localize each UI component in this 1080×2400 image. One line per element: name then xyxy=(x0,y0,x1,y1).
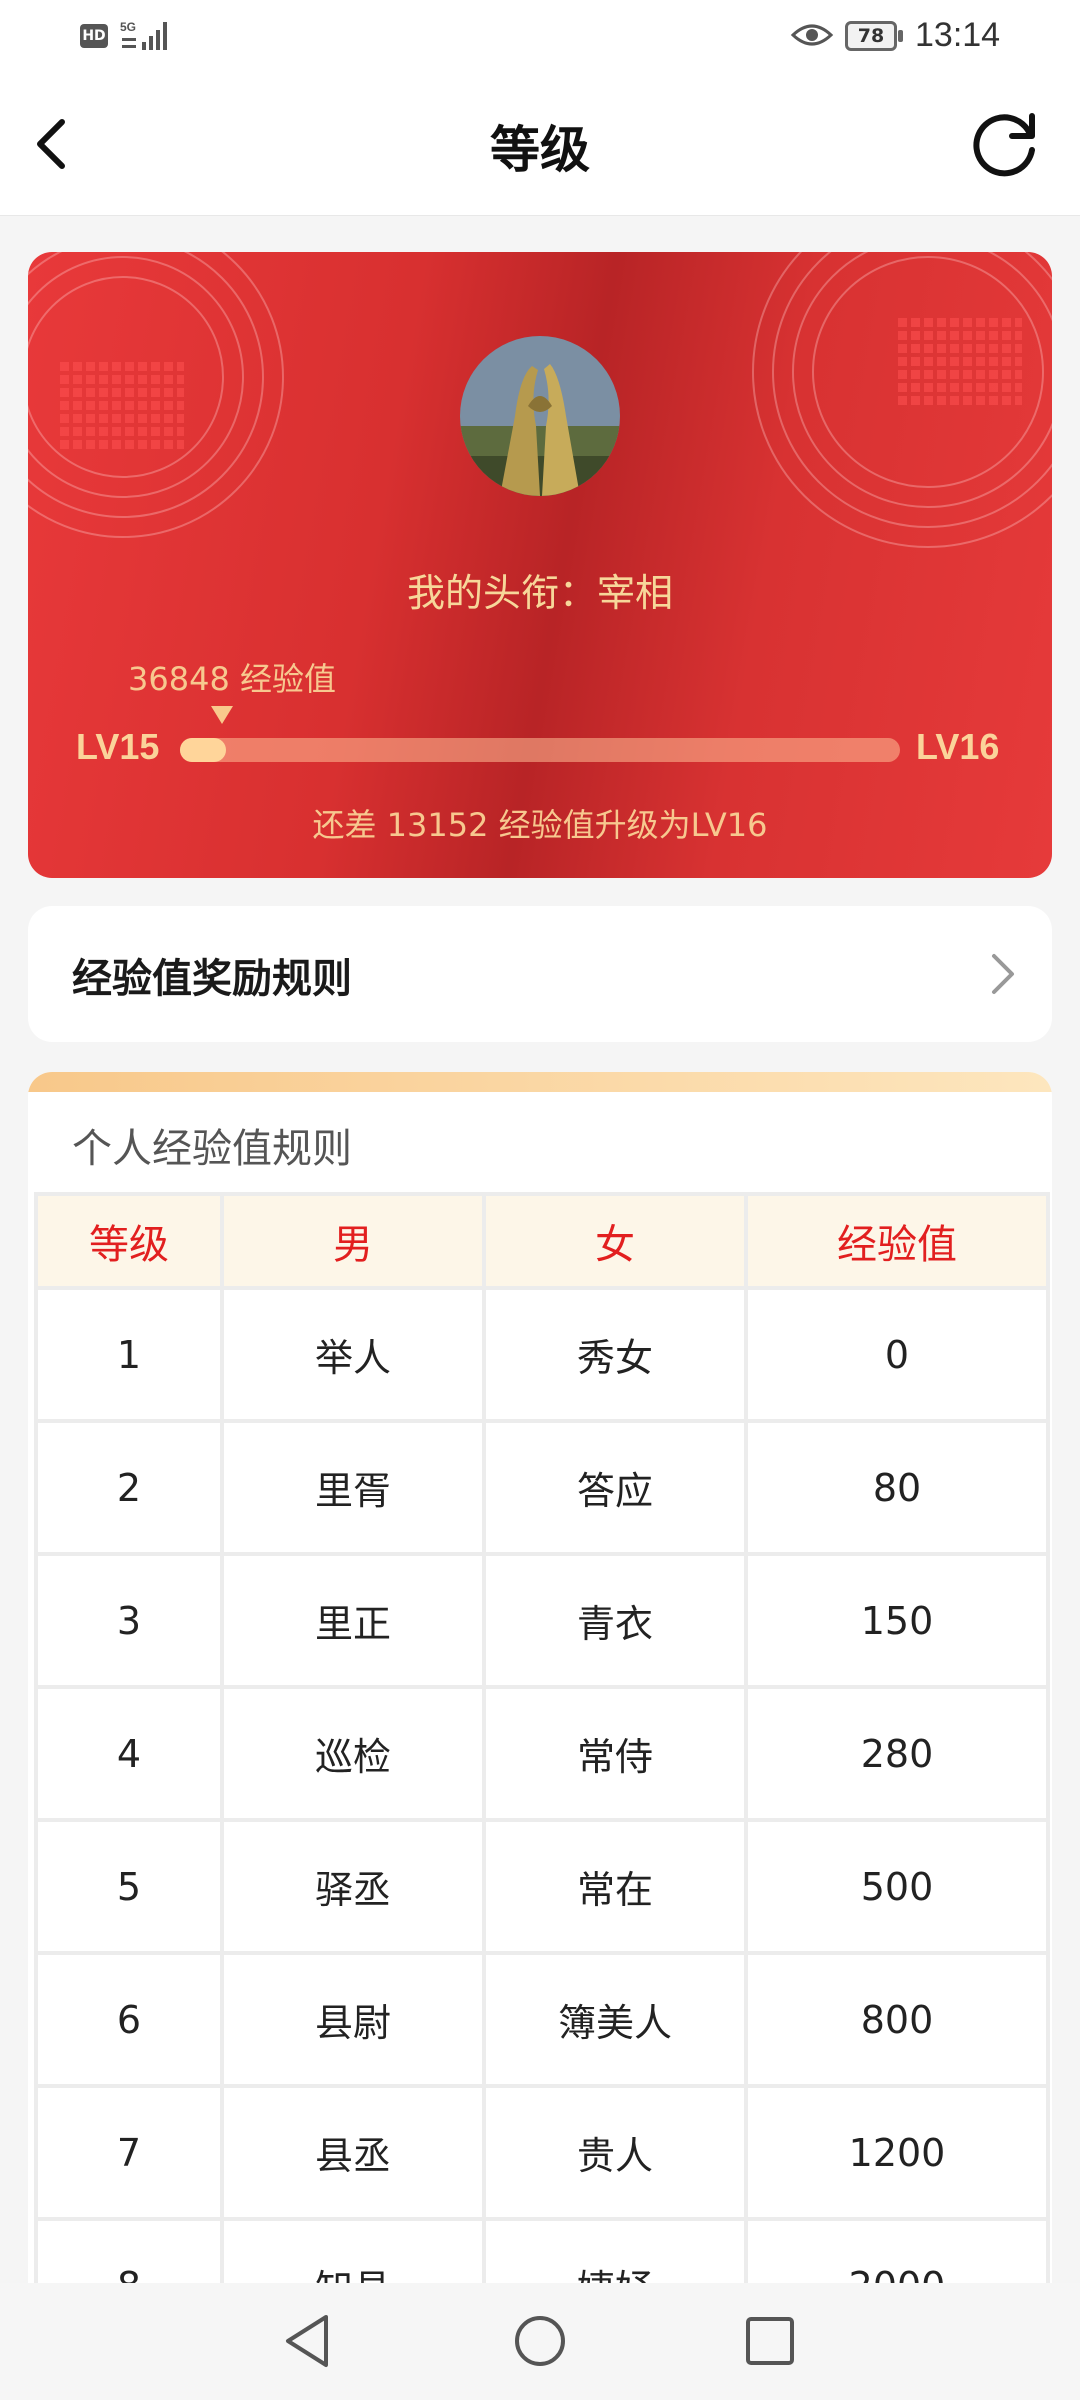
cell-female-title: 贵人 xyxy=(482,2084,748,2221)
cell-male-title: 里胥 xyxy=(220,1419,486,1556)
next-level: LV16 xyxy=(916,726,1000,767)
header-male: 男 xyxy=(220,1192,486,1290)
cell-male-title: 县丞 xyxy=(220,2084,486,2221)
decorative-dots xyxy=(60,362,184,452)
cell-level: 2 xyxy=(34,1419,224,1556)
cell-male-title: 举人 xyxy=(220,1286,486,1423)
system-nav-bar xyxy=(0,2283,1080,2400)
current-level: LV15 xyxy=(76,726,160,767)
network-label: 5G xyxy=(120,20,136,34)
avatar[interactable] xyxy=(460,336,620,496)
cell-exp: 0 xyxy=(744,1286,1050,1423)
cell-exp: 80 xyxy=(744,1419,1050,1556)
header-female: 女 xyxy=(482,1192,748,1290)
experience-value: 36848 经验值 xyxy=(128,660,336,698)
table-row: 5 驿丞 常在 500 xyxy=(34,1818,1050,1955)
header-exp: 经验值 xyxy=(744,1192,1050,1290)
progress-marker xyxy=(211,706,233,724)
chevron-right-icon xyxy=(992,954,1014,994)
cell-level: 3 xyxy=(34,1552,224,1689)
cell-female-title: 青衣 xyxy=(482,1552,748,1689)
rank-title: 我的头衔：宰相 xyxy=(406,571,673,615)
exp-rules-link[interactable]: 经验值奖励规则 xyxy=(28,906,1052,1042)
cell-male-title: 里正 xyxy=(220,1552,486,1689)
cell-level: 7 xyxy=(34,2084,224,2221)
clock: 13:14 xyxy=(915,16,1001,54)
cell-level: 1 xyxy=(34,1286,224,1423)
remaining-exp: 还差 13152 经验值升级为LV16 xyxy=(312,806,768,844)
level-card: 我的头衔：宰相 36848 经验值 LV15 LV16 还差 13152 经验值… xyxy=(28,252,1052,878)
refresh-icon[interactable] xyxy=(968,106,1044,182)
cell-male-title: 县尉 xyxy=(220,1951,486,2088)
header-level: 等级 xyxy=(34,1192,224,1290)
cell-level: 6 xyxy=(34,1951,224,2088)
cell-female-title: 常在 xyxy=(482,1818,748,1955)
battery-tip xyxy=(898,30,903,42)
cell-level: 5 xyxy=(34,1818,224,1955)
cell-exp: 500 xyxy=(744,1818,1050,1955)
table-row: 2 里胥 答应 80 xyxy=(34,1419,1050,1556)
exp-rules-title: 经验值奖励规则 xyxy=(72,956,352,1002)
nav-back-icon[interactable] xyxy=(280,2311,336,2371)
cell-exp: 150 xyxy=(744,1552,1050,1689)
cell-exp: 280 xyxy=(744,1685,1050,1822)
battery-indicator: 78 xyxy=(845,21,897,51)
cell-female-title: 答应 xyxy=(482,1419,748,1556)
table-title: 个人经验值规则 xyxy=(72,1126,352,1172)
nav-recent-icon[interactable] xyxy=(744,2315,796,2367)
table-row: 1 举人 秀女 0 xyxy=(34,1286,1050,1423)
exp-table-card: 个人经验值规则 等级 男 女 经验值 1 举人 秀女 0 2 里胥 答应 80 3 里正 青衣 150… xyxy=(28,1072,1052,2372)
cell-level: 4 xyxy=(34,1685,224,1822)
app-header: 等级 xyxy=(0,72,1080,216)
status-bar: HD 5G 78 13:14 xyxy=(0,0,1080,72)
cell-female-title: 簿美人 xyxy=(482,1951,748,2088)
cell-exp: 1200 xyxy=(744,2084,1050,2221)
cell-exp: 800 xyxy=(744,1951,1050,2088)
table-row: 4 巡检 常侍 280 xyxy=(34,1685,1050,1822)
cell-male-title: 巡检 xyxy=(220,1685,486,1822)
level-progress-bar xyxy=(180,738,900,762)
decorative-dots xyxy=(898,318,1022,408)
page-title: 等级 xyxy=(490,121,590,179)
cell-male-title: 驿丞 xyxy=(220,1818,486,1955)
table-row: 6 县尉 簿美人 800 xyxy=(34,1951,1050,2088)
table-row: 3 里正 青衣 150 xyxy=(34,1552,1050,1689)
nav-home-icon[interactable] xyxy=(512,2313,568,2369)
avatar-image xyxy=(460,336,620,496)
exp-rules-table: 等级 男 女 经验值 1 举人 秀女 0 2 里胥 答应 80 3 里正 青衣 150 4 巡检 常侍 280… xyxy=(34,1192,1050,2354)
eye-icon xyxy=(790,24,834,46)
cell-female-title: 秀女 xyxy=(482,1286,748,1423)
table-header-row: 等级 男 女 经验值 xyxy=(34,1192,1050,1290)
cell-female-title: 常侍 xyxy=(482,1685,748,1822)
table-row: 7 县丞 贵人 1200 xyxy=(34,2084,1050,2221)
level-progress-fill xyxy=(180,738,226,762)
signal-icon: 5G xyxy=(120,20,167,50)
hd-badge: HD xyxy=(80,24,108,48)
card-accent-bar xyxy=(28,1072,1052,1092)
